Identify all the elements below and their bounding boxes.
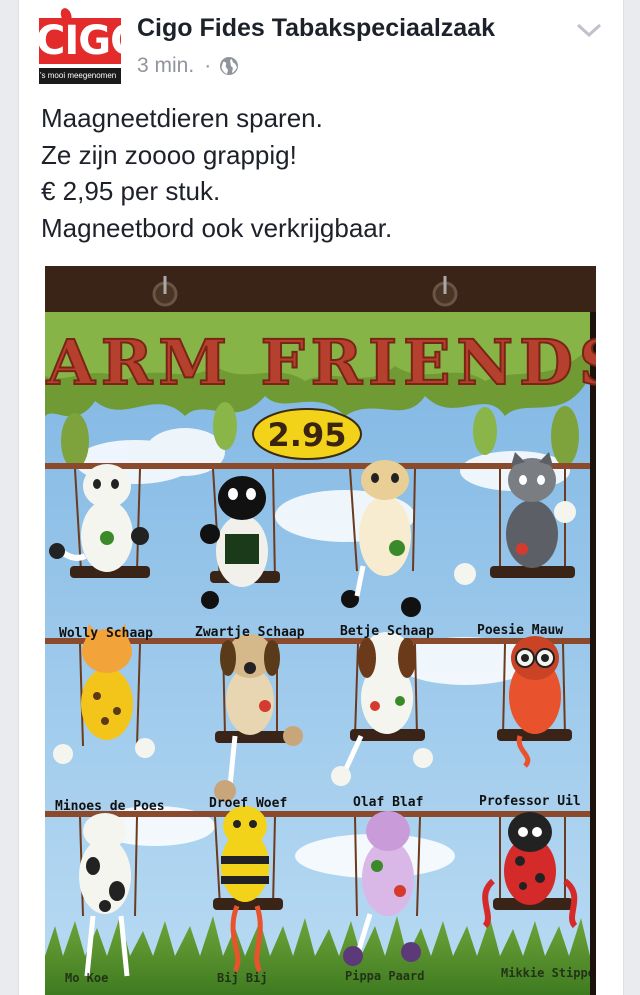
- animal-label: Wolly Schaap: [59, 626, 153, 641]
- animal-label: Bij Bij: [217, 971, 268, 985]
- board-edge: [590, 312, 596, 995]
- animal-label: Pippa Paard: [345, 969, 424, 983]
- animal-label: Mikkie Stippel: [501, 966, 596, 980]
- avatar-brand: CIGO: [39, 18, 121, 64]
- post-line: Magneetbord ook verkrijgbaar.: [41, 212, 393, 243]
- post-card: CIGO 's mooi meegenomen Cigo Fides Tabak…: [18, 0, 624, 995]
- globe-icon[interactable]: [219, 56, 239, 76]
- chevron-down-icon[interactable]: [575, 20, 603, 40]
- board-title: FARM FRIENDS: [45, 326, 596, 399]
- post-line: € 2,95 per stuk.: [41, 176, 221, 206]
- meta-separator: ·: [204, 54, 212, 77]
- animal-label: Olaf Blaf: [353, 795, 423, 810]
- wall-top: [45, 266, 596, 314]
- animal-label: Poesie Mauw: [477, 623, 563, 638]
- animal-label: Minoes de Poes: [55, 799, 165, 814]
- post-photo[interactable]: FARM FRIENDS 2.95: [45, 266, 596, 995]
- post-message: Maagneetdieren sparen. Ze zijn zoooo gra…: [41, 100, 392, 246]
- post-header: CIGO 's mooi meegenomen Cigo Fides Tabak…: [19, 0, 623, 92]
- price-tag: 2.95: [252, 408, 362, 460]
- avatar-tagline: 's mooi meegenomen: [39, 68, 121, 84]
- post-line: Ze zijn zoooo grappig!: [41, 139, 297, 170]
- animal-label: Professor Uil: [479, 794, 581, 809]
- animal-label: Droef Woef: [209, 796, 287, 811]
- animal-label: Betje Schaap: [340, 624, 434, 639]
- page-name-link[interactable]: Cigo Fides Tabakspeciaalzaak: [137, 14, 495, 43]
- animal-label: Mo Koe: [65, 971, 108, 985]
- post-meta: 3 min. ·: [137, 53, 239, 79]
- page-avatar[interactable]: CIGO 's mooi meegenomen: [39, 6, 121, 84]
- post-timestamp[interactable]: 3 min.: [137, 54, 194, 78]
- animal-label: Zwartje Schaap: [195, 625, 305, 640]
- price-tag-text: 2.95: [268, 416, 347, 454]
- post-line: Maagneetdieren sparen.: [41, 103, 323, 133]
